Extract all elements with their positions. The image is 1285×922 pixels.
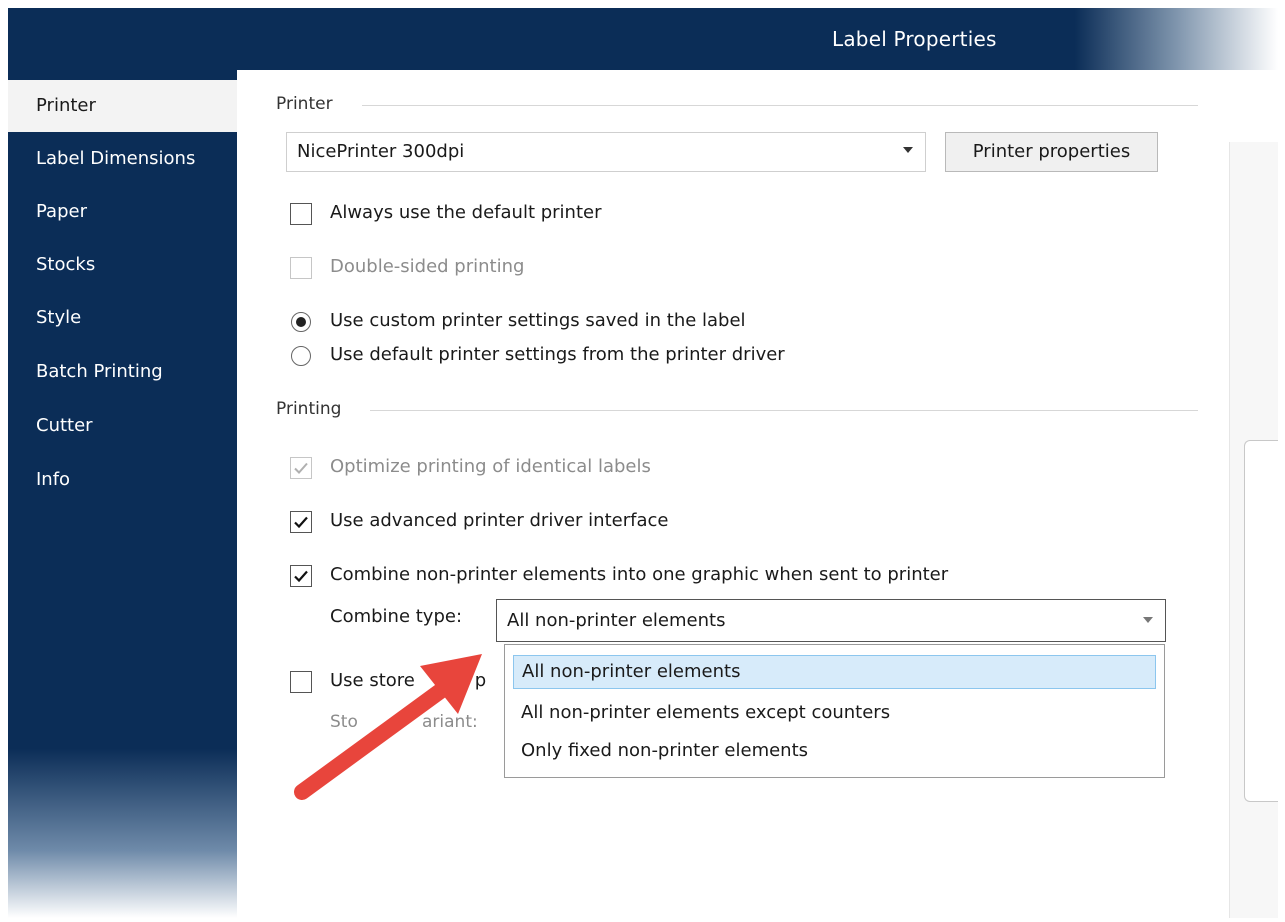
- combine-option-except-counters[interactable]: All non-printer elements except counters: [513, 697, 1156, 731]
- printing-section-header: Printing: [276, 399, 342, 419]
- window-title: Label Properties: [832, 27, 997, 51]
- radio-selected-dot: [296, 317, 306, 327]
- sidebar-item-paper[interactable]: Paper: [8, 186, 237, 238]
- advanced-interface-checkbox[interactable]: [290, 511, 312, 533]
- combine-label: Combine non-printer elements into one gr…: [330, 564, 949, 585]
- optimize-checkbox[interactable]: [290, 457, 312, 479]
- sidebar-item-stocks[interactable]: Stocks: [8, 239, 237, 291]
- radio-default-settings-label: Use default printer settings from the pr…: [330, 344, 785, 365]
- combine-option-only-fixed[interactable]: Only fixed non-printer elements: [513, 735, 1156, 769]
- printer-section-header: Printer: [276, 94, 333, 114]
- sidebar: Printer Label Dimensions Paper Stocks St…: [8, 70, 237, 918]
- checkmark-icon: [294, 516, 308, 529]
- advanced-interface-label: Use advanced printer driver interface: [330, 510, 669, 531]
- sidebar-item-cutter[interactable]: Cutter: [8, 400, 237, 452]
- radio-default-settings[interactable]: [291, 346, 311, 366]
- label-properties-dialog: Label Properties Printer Label Dimension…: [8, 8, 1278, 918]
- double-sided-label: Double-sided printing: [330, 256, 525, 277]
- radio-custom-settings[interactable]: [291, 312, 311, 332]
- combine-type-value: All non-printer elements: [507, 610, 726, 631]
- always-default-label: Always use the default printer: [330, 202, 602, 223]
- sidebar-item-info[interactable]: Info: [8, 454, 237, 506]
- sidebar-item-batch-printing[interactable]: Batch Printing: [8, 346, 237, 398]
- double-sided-checkbox[interactable]: [290, 257, 312, 279]
- combine-type-dropdown-list: All non-printer elements All non-printer…: [504, 644, 1165, 778]
- checkmark-icon: [294, 570, 308, 583]
- always-default-checkbox[interactable]: [290, 203, 312, 225]
- annotation-arrow-icon: [294, 654, 482, 800]
- combine-checkbox[interactable]: [290, 565, 312, 587]
- radio-custom-settings-label: Use custom printer settings saved in the…: [330, 310, 746, 331]
- side-panel-edge: [1244, 440, 1278, 802]
- sidebar-item-label-dimensions[interactable]: Label Dimensions: [8, 133, 237, 185]
- combine-type-label: Combine type:: [330, 606, 463, 627]
- printer-properties-button[interactable]: Printer properties: [945, 132, 1158, 172]
- combine-option-all[interactable]: All non-printer elements: [513, 655, 1156, 689]
- chevron-down-icon: [1143, 617, 1153, 623]
- combine-type-select[interactable]: All non-printer elements: [496, 599, 1166, 642]
- printer-select[interactable]: NicePrinter 300dpi: [286, 132, 926, 172]
- printer-select-value: NicePrinter 300dpi: [297, 141, 465, 162]
- sidebar-item-printer[interactable]: Printer: [8, 80, 237, 132]
- optimize-label: Optimize printing of identical labels: [330, 456, 651, 477]
- sidebar-item-style[interactable]: Style: [8, 292, 237, 344]
- printing-section-divider: [370, 410, 1198, 411]
- checkmark-icon: [294, 462, 308, 474]
- chevron-down-icon: [903, 147, 913, 153]
- title-bar: Label Properties: [8, 8, 1278, 70]
- printer-section-divider: [362, 105, 1198, 106]
